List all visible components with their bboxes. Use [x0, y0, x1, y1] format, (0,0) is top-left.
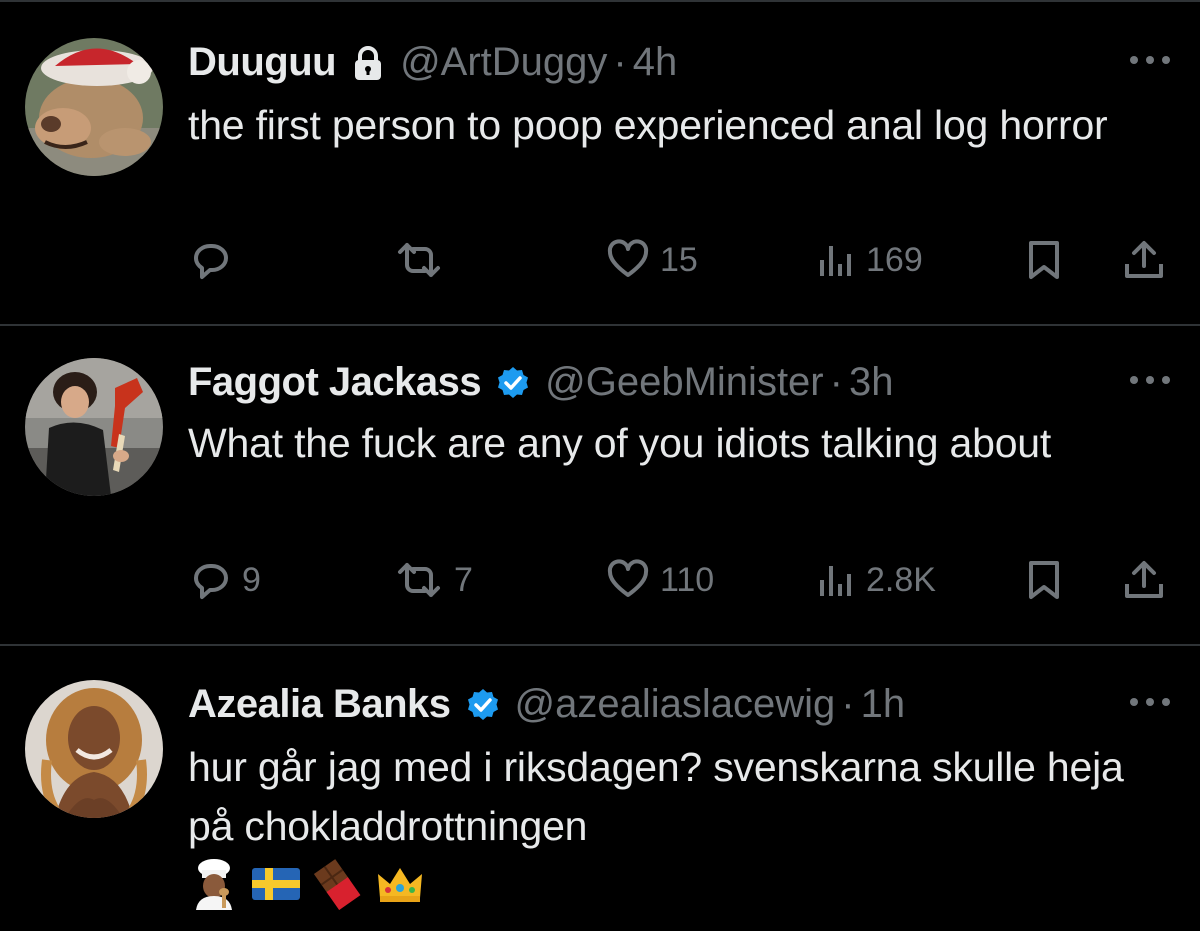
- repost-button[interactable]: [394, 236, 454, 284]
- timestamp[interactable]: 4h: [633, 38, 678, 86]
- repost-count: 7: [454, 560, 473, 599]
- like-button[interactable]: 15: [606, 236, 698, 284]
- reply-button[interactable]: 9: [188, 556, 261, 604]
- share-icon: [1125, 561, 1163, 598]
- emoji-row: [188, 858, 426, 910]
- share-icon: [1125, 241, 1163, 278]
- like-button[interactable]: 110: [606, 556, 714, 604]
- chef-emoji: [196, 859, 232, 910]
- avatar[interactable]: [25, 680, 163, 818]
- repost-button[interactable]: 7: [394, 556, 473, 604]
- views-icon: [820, 566, 851, 596]
- timestamp[interactable]: 3h: [849, 358, 894, 406]
- tweet[interactable]: Azealia Banks @azealiaslacewig · 1h hur …: [0, 646, 1200, 931]
- lock-icon: [350, 44, 386, 80]
- more-options-icon[interactable]: [1130, 50, 1170, 70]
- more-options-icon[interactable]: [1130, 370, 1170, 390]
- like-count: 110: [660, 560, 715, 599]
- heart-icon: [607, 239, 649, 277]
- bookmark-button[interactable]: [1022, 236, 1066, 284]
- tweet-text: What the fuck are any of you idiots talk…: [188, 420, 1052, 466]
- handle[interactable]: @ArtDuggy: [400, 38, 607, 86]
- tweet[interactable]: Faggot Jackass @GeebMinister · 3h What t…: [0, 326, 1200, 646]
- bookmark-icon: [1029, 241, 1059, 279]
- views-button[interactable]: 2.8K: [816, 556, 936, 604]
- sweden-flag-emoji: [252, 868, 300, 900]
- tweet[interactable]: Duuguu @ArtDuggy · 4h the first person t…: [0, 0, 1200, 326]
- separator-dot: ·: [829, 360, 843, 404]
- separator-dot: ·: [841, 682, 855, 726]
- reply-icon: [194, 244, 228, 279]
- verified-badge-icon: [495, 364, 531, 400]
- share-button[interactable]: [1122, 556, 1166, 604]
- display-name[interactable]: Azealia Banks: [188, 680, 451, 728]
- tweet-header: Duuguu @ArtDuggy · 4h: [188, 38, 1140, 86]
- view-count: 2.8K: [866, 560, 936, 599]
- avatar[interactable]: [25, 358, 163, 496]
- tweet-header: Azealia Banks @azealiaslacewig · 1h: [188, 680, 1140, 728]
- tweet-actions: 9 7 110 2.8K: [188, 556, 1178, 604]
- bookmark-button[interactable]: [1022, 556, 1066, 604]
- heart-icon: [607, 559, 649, 597]
- views-icon: [820, 246, 851, 276]
- handle[interactable]: @azealiaslacewig: [515, 680, 836, 728]
- reply-button[interactable]: [188, 236, 242, 284]
- separator-dot: ·: [613, 40, 627, 84]
- crown-emoji: [378, 868, 422, 902]
- verified-badge-icon: [465, 686, 501, 722]
- share-button[interactable]: [1122, 236, 1166, 284]
- display-name[interactable]: Duuguu: [188, 38, 337, 86]
- view-count: 169: [866, 240, 923, 279]
- chocolate-bar-emoji: [313, 859, 361, 910]
- like-count: 15: [660, 240, 698, 279]
- more-options-icon[interactable]: [1130, 692, 1170, 712]
- tweet-header: Faggot Jackass @GeebMinister · 3h: [188, 358, 1140, 406]
- reply-count: 9: [242, 560, 261, 599]
- timestamp[interactable]: 1h: [861, 680, 906, 728]
- handle[interactable]: @GeebMinister: [545, 358, 823, 406]
- repost-icon: [398, 243, 440, 277]
- tweet-text: the first person to poop experienced ana…: [188, 102, 1108, 148]
- reply-icon: [194, 564, 228, 599]
- bookmark-icon: [1029, 561, 1059, 599]
- avatar[interactable]: [25, 38, 163, 176]
- tweet-actions: 15 169: [188, 236, 1178, 284]
- repost-icon: [398, 563, 440, 597]
- views-button[interactable]: 169: [816, 236, 923, 284]
- display-name[interactable]: Faggot Jackass: [188, 358, 482, 406]
- tweet-text: hur går jag med i riksdagen? svenskarna …: [188, 744, 1124, 849]
